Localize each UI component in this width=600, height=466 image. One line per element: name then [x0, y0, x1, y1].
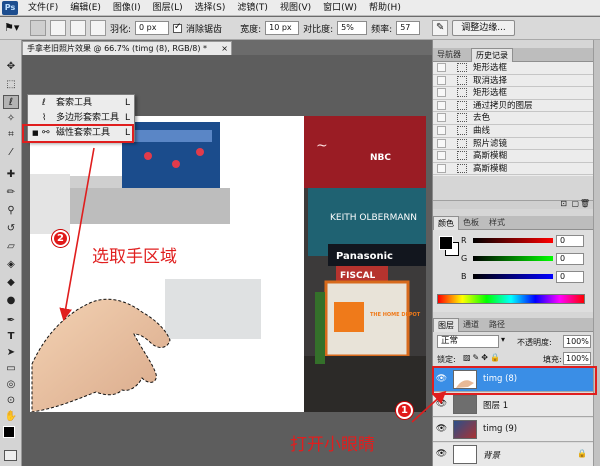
step1-text: 打开小眼睛 [290, 435, 375, 455]
arrow-step1 [411, 390, 447, 423]
step2-text: 选取手区域 [92, 247, 177, 267]
color-foreground-swatch[interactable] [439, 236, 453, 250]
annotation-arrows [59, 147, 447, 423]
arrow-step2 [59, 147, 95, 322]
step1-badge: 1 [396, 402, 413, 419]
step2-badge: 2 [52, 230, 69, 247]
